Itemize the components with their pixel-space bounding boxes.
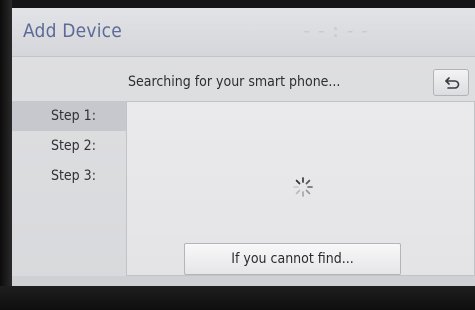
cannot-find-button[interactable]: If you cannot find... — [184, 243, 401, 275]
clock-display: --:-- — [301, 20, 374, 42]
step-3: Step 3: — [51, 168, 96, 184]
return-arrow-icon — [445, 77, 460, 89]
loading-spinner-icon — [293, 177, 313, 197]
touchscreen: Add Device --:-- Searching for your smar… — [12, 8, 475, 286]
page-title: Add Device — [23, 20, 122, 42]
step-list: Step 1: Step 2: Step 3: — [12, 101, 126, 191]
search-status-text: Searching for your smart phone... — [128, 74, 341, 90]
step-content-panel: If you cannot find... — [126, 101, 475, 276]
screen-bottom-strip — [12, 276, 475, 286]
display-bezel: Add Device --:-- Searching for your smar… — [0, 0, 475, 310]
bezel-left-edge — [0, 0, 12, 310]
step-2: Step 2: — [51, 138, 96, 154]
step-1: Step 1: — [12, 101, 126, 131]
bezel-bottom-edge — [0, 286, 475, 310]
header-bar: Add Device --:-- — [12, 8, 475, 57]
back-button[interactable] — [433, 69, 469, 96]
